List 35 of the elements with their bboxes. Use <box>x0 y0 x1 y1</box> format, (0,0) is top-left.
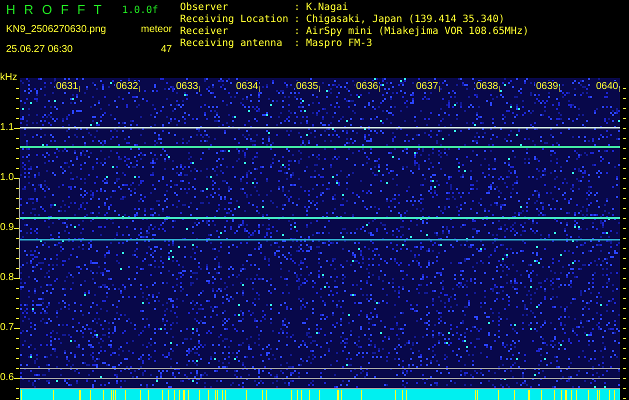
time-label: 0632 <box>115 81 140 92</box>
app-title: H R O F F T <box>6 2 106 19</box>
axis-label: 1.0 <box>0 173 14 183</box>
axis-label: 0.8 <box>0 273 14 283</box>
info-separator: : <box>294 14 302 26</box>
axis-label: 0.7 <box>0 323 14 333</box>
axis-label: 1.1 <box>0 123 14 133</box>
info-value: AirSpy mini (Miakejima VOR 108.65MHz) <box>306 26 529 38</box>
axis-label: 0.9 <box>0 223 14 233</box>
time-label: 0639 <box>535 81 560 92</box>
info-value: Maspro FM-3 <box>306 38 372 50</box>
info-label: Receiving antenna <box>180 38 284 50</box>
filename-label: KN9_2506270630.png <box>6 24 108 37</box>
count-value: 47 <box>160 44 173 57</box>
time-label: 0635 <box>295 81 320 92</box>
info-separator: : <box>294 2 302 14</box>
info-separator: : <box>294 38 302 50</box>
version-label: 1.0.0f <box>122 4 160 16</box>
time-label: 0640 <box>595 81 620 92</box>
time-label: 0638 <box>475 81 500 92</box>
count-label: meteor <box>140 24 173 37</box>
time-label: 0634 <box>235 81 260 92</box>
info-separator: : <box>294 26 302 38</box>
info-label: Receiving Location <box>180 14 290 26</box>
axis-label: 0.6 <box>0 373 14 383</box>
info-value: K.Nagai <box>306 2 348 14</box>
time-label: 0637 <box>415 81 440 92</box>
datetime-label: 25.06.27 06:30 <box>6 44 74 57</box>
info-label: Receiver <box>180 26 230 38</box>
info-value: Chigasaki, Japan (139.414 35.340) <box>306 14 505 26</box>
info-label: Observer <box>180 2 230 14</box>
time-label: 0636 <box>355 81 380 92</box>
axis-unit-label: kHz <box>0 72 18 83</box>
time-label: 0633 <box>175 81 200 92</box>
time-label: 0631 <box>55 81 80 92</box>
